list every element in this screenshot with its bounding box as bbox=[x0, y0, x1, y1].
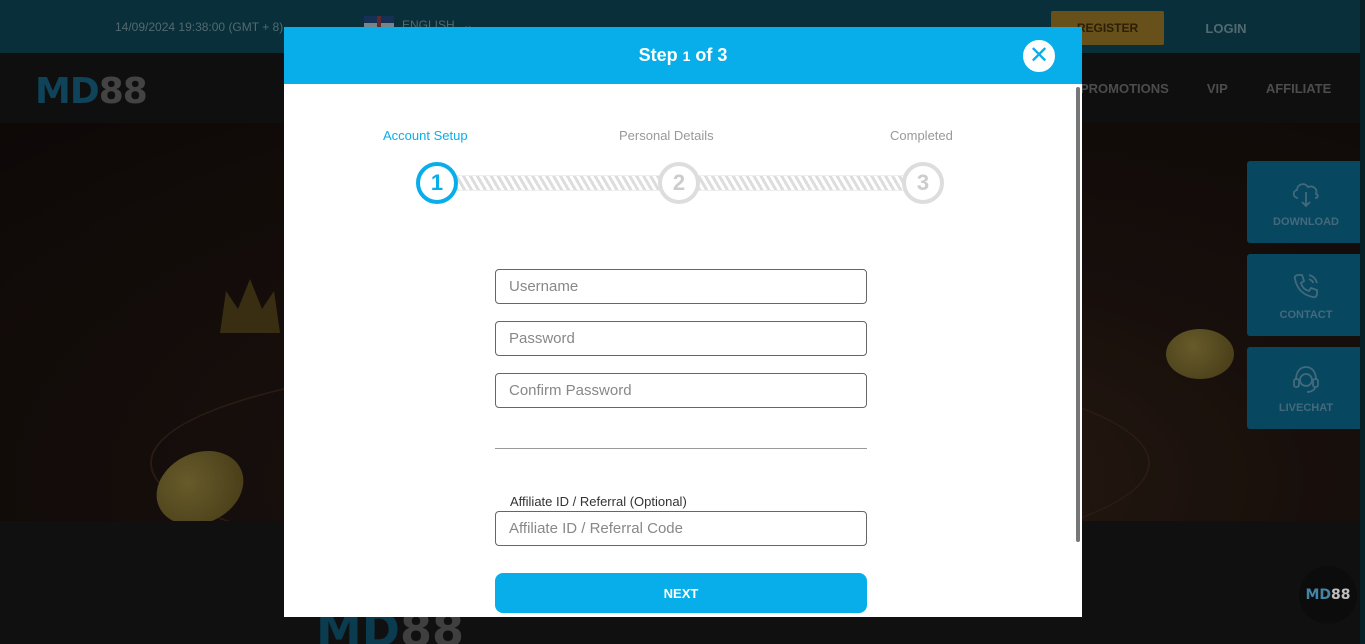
step-indicator-2: 2 bbox=[658, 162, 700, 204]
step-connector bbox=[698, 175, 904, 191]
step-label-personal-details: Personal Details bbox=[619, 128, 714, 143]
step-indicator-3: 3 bbox=[902, 162, 944, 204]
step-connector bbox=[456, 175, 660, 191]
affiliate-input[interactable] bbox=[495, 511, 867, 546]
step-label-completed: Completed bbox=[890, 128, 953, 143]
close-icon: ✕ bbox=[1028, 42, 1050, 69]
registration-modal: Step 1 of 3 ✕ Account Setup Personal Det… bbox=[284, 27, 1082, 617]
modal-scrollbar[interactable] bbox=[1076, 87, 1080, 542]
step-label-account-setup: Account Setup bbox=[383, 128, 468, 143]
username-input[interactable] bbox=[495, 269, 867, 304]
form-divider bbox=[495, 448, 867, 449]
next-button[interactable]: NEXT bbox=[495, 573, 867, 613]
close-button[interactable]: ✕ bbox=[1021, 38, 1057, 74]
modal-title: Step 1 of 3 bbox=[638, 45, 728, 65]
modal-header: Step 1 of 3 ✕ bbox=[284, 27, 1082, 84]
affiliate-label: Affiliate ID / Referral (Optional) bbox=[510, 494, 687, 509]
step-indicator-1: 1 bbox=[416, 162, 458, 204]
password-input[interactable] bbox=[495, 321, 867, 356]
confirm-password-input[interactable] bbox=[495, 373, 867, 408]
